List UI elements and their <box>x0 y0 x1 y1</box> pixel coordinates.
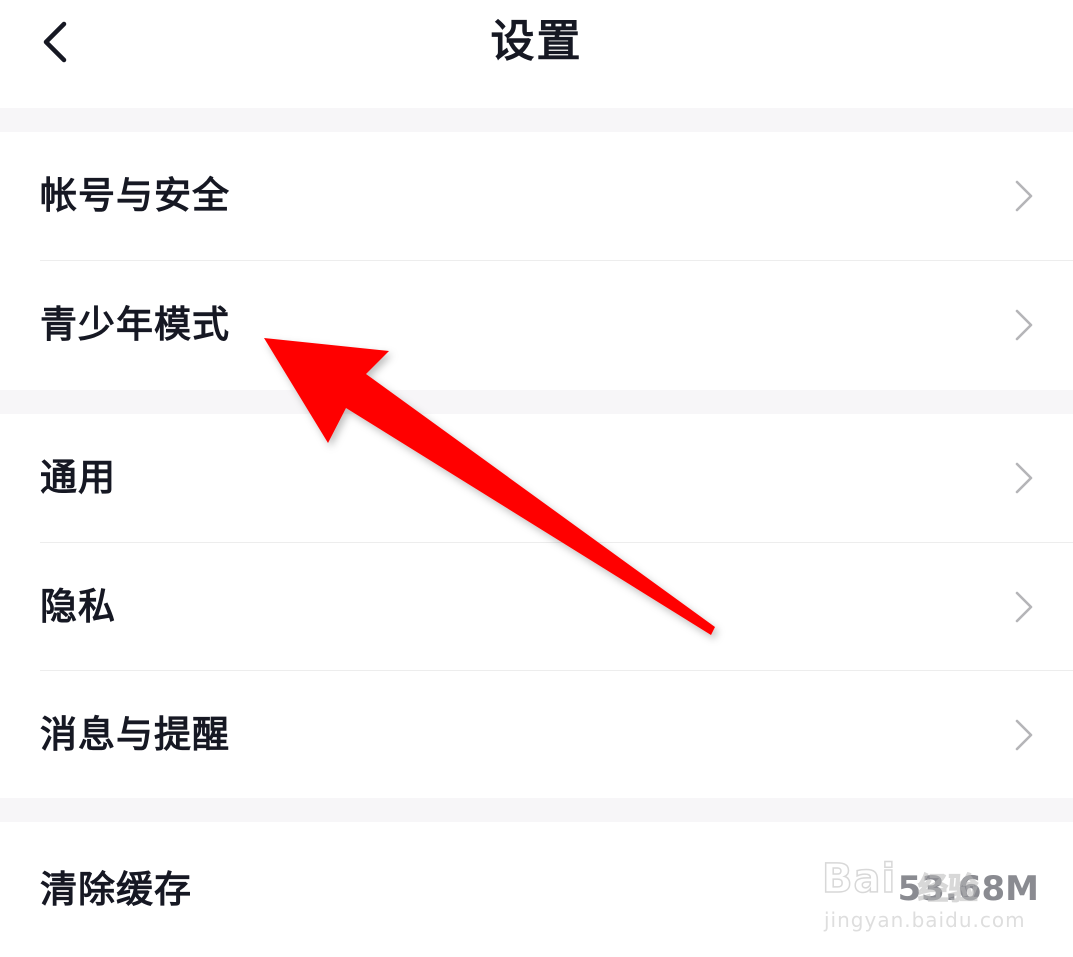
settings-group-account: 帐号与安全 青少年模式 <box>0 132 1073 390</box>
settings-group-storage: 清除缓存 53.68M <box>0 822 1073 957</box>
settings-item-account-security[interactable]: 帐号与安全 <box>0 132 1073 260</box>
settings-item-privacy[interactable]: 隐私 <box>0 543 1073 671</box>
chevron-right-icon <box>1015 462 1033 494</box>
settings-item-general[interactable]: 通用 <box>0 414 1073 542</box>
chevron-right-icon <box>1015 719 1033 751</box>
settings-item-label: 隐私 <box>40 585 116 628</box>
header: 设置 <box>0 0 1073 108</box>
chevron-right-icon <box>1015 309 1033 341</box>
cache-size-value: 53.68M <box>897 869 1039 909</box>
chevron-right-icon <box>1015 591 1033 623</box>
settings-item-label: 清除缓存 <box>40 868 192 911</box>
settings-item-label: 青少年模式 <box>40 303 230 346</box>
settings-item-label: 帐号与安全 <box>40 174 230 217</box>
page-title: 设置 <box>490 16 583 67</box>
settings-group-general: 通用 隐私 消息与提醒 <box>0 414 1073 798</box>
settings-item-notifications[interactable]: 消息与提醒 <box>0 671 1073 799</box>
settings-item-clear-cache[interactable]: 清除缓存 53.68M <box>0 822 1073 957</box>
settings-screen: 设置 帐号与安全 青少年模式 通用 隐私 消息与提醒 清除缓存 53.68M B… <box>0 0 1073 957</box>
chevron-right-icon <box>1015 180 1033 212</box>
settings-item-label: 消息与提醒 <box>40 713 230 756</box>
settings-item-teen-mode[interactable]: 青少年模式 <box>0 261 1073 389</box>
settings-item-label: 通用 <box>40 456 116 499</box>
